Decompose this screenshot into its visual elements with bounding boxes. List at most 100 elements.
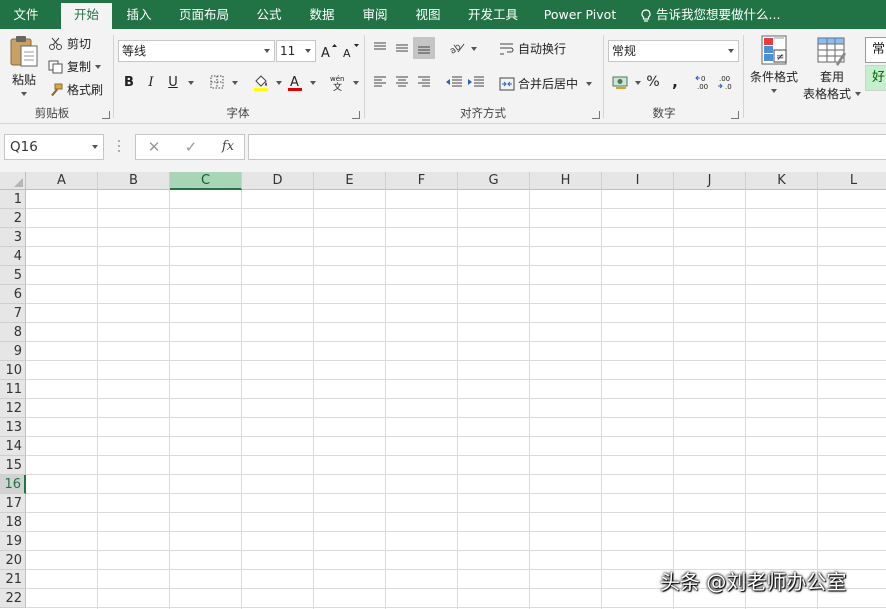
phonetic-guide-button[interactable]: wén 文	[327, 71, 349, 93]
column-header-d[interactable]: D	[242, 172, 314, 190]
column-header-l[interactable]: L	[818, 172, 886, 190]
name-box[interactable]: Q16	[4, 134, 104, 160]
cell-style-normal[interactable]: 常	[865, 37, 886, 63]
tab-developer[interactable]: 开发工具	[458, 0, 528, 29]
cancel-formula-button[interactable]: ✕	[139, 135, 169, 159]
accounting-format-button[interactable]	[610, 71, 632, 93]
row-header-15[interactable]: 15	[0, 456, 26, 475]
tab-view[interactable]: 视图	[404, 0, 452, 29]
paste-button[interactable]: 粘贴	[8, 34, 40, 104]
font-color-dropdown-caret[interactable]	[310, 81, 316, 85]
align-middle-button[interactable]	[391, 37, 413, 59]
align-center-button[interactable]	[391, 71, 413, 93]
bold-button[interactable]: B	[118, 71, 140, 93]
row-header-9[interactable]: 9	[0, 342, 26, 361]
italic-button[interactable]: I	[140, 71, 162, 93]
cell-style-good[interactable]: 好	[865, 65, 886, 91]
row-header-1[interactable]: 1	[0, 190, 26, 209]
row-header-4[interactable]: 4	[0, 247, 26, 266]
tell-me-search[interactable]: 告诉我您想要做什么...	[640, 0, 780, 29]
row-header-5[interactable]: 5	[0, 266, 26, 285]
paste-dropdown-caret[interactable]	[21, 92, 27, 96]
row-header-11[interactable]: 11	[0, 380, 26, 399]
decrease-font-size-button[interactable]: A	[340, 40, 362, 62]
tab-data[interactable]: 数据	[298, 0, 346, 29]
table-format-caret[interactable]	[855, 91, 861, 96]
font-size-select[interactable]: 11	[276, 40, 316, 62]
row-header-17[interactable]: 17	[0, 494, 26, 513]
formula-input[interactable]	[248, 134, 886, 160]
column-header-b[interactable]: B	[98, 172, 170, 190]
format-as-table-button[interactable]: 套用 表格格式	[802, 34, 862, 102]
tab-insert[interactable]: 插入	[115, 0, 163, 29]
borders-button[interactable]	[206, 71, 228, 93]
font-color-button[interactable]: A	[284, 71, 306, 93]
merge-center-button[interactable]: 合并后居中	[499, 75, 593, 92]
fill-color-button[interactable]	[250, 71, 272, 93]
number-format-select[interactable]: 常规	[608, 40, 739, 62]
percent-style-button[interactable]: %	[642, 71, 664, 93]
copy-button[interactable]: 复制	[48, 58, 102, 75]
font-name-select[interactable]: 等线	[118, 40, 275, 62]
row-header-14[interactable]: 14	[0, 437, 26, 456]
align-left-button[interactable]	[369, 71, 391, 93]
row-header-7[interactable]: 7	[0, 304, 26, 323]
phonetic-dropdown-caret[interactable]	[353, 81, 359, 85]
copy-dropdown-caret[interactable]	[95, 64, 102, 69]
row-header-3[interactable]: 3	[0, 228, 26, 247]
row-header-16[interactable]: 16	[0, 475, 26, 494]
column-header-e[interactable]: E	[314, 172, 386, 190]
underline-dropdown-caret[interactable]	[188, 81, 194, 85]
column-header-c[interactable]: C	[170, 172, 242, 190]
align-right-button[interactable]	[413, 71, 435, 93]
number-launcher-icon[interactable]	[731, 111, 739, 119]
increase-decimal-button[interactable]: 0.00	[694, 71, 716, 93]
column-header-i[interactable]: I	[602, 172, 674, 190]
column-header-g[interactable]: G	[458, 172, 530, 190]
tab-review[interactable]: 审阅	[351, 0, 399, 29]
tab-home[interactable]: 开始	[61, 3, 112, 29]
clipboard-launcher-icon[interactable]	[102, 111, 110, 119]
row-header-2[interactable]: 2	[0, 209, 26, 228]
row-header-20[interactable]: 20	[0, 551, 26, 570]
row-header-13[interactable]: 13	[0, 418, 26, 437]
row-header-10[interactable]: 10	[0, 361, 26, 380]
column-header-k[interactable]: K	[746, 172, 818, 190]
drag-handle-icon[interactable]	[117, 138, 121, 154]
tab-power-pivot[interactable]: Power Pivot	[538, 0, 622, 29]
tab-page-layout[interactable]: 页面布局	[170, 0, 238, 29]
conditional-format-caret[interactable]	[771, 89, 777, 93]
row-header-18[interactable]: 18	[0, 513, 26, 532]
select-all-button[interactable]	[0, 172, 26, 190]
name-box-caret[interactable]	[92, 145, 98, 149]
spreadsheet-grid[interactable]: A B C D E F G H I J K L 1 2 3 4 5 6 7 8 9 10 11 12 13 14 15 16 17 18 1…	[0, 172, 886, 609]
merge-center-caret[interactable]	[586, 81, 593, 86]
row-header-21[interactable]: 21	[0, 570, 26, 589]
enter-formula-button[interactable]: ✓	[176, 135, 206, 159]
align-bottom-button[interactable]	[413, 37, 435, 59]
insert-function-button[interactable]: fx	[213, 135, 243, 159]
decrease-decimal-button[interactable]: .00.0	[716, 71, 738, 93]
comma-style-button[interactable]: ,	[664, 71, 686, 93]
align-top-button[interactable]	[369, 37, 391, 59]
font-launcher-icon[interactable]	[352, 111, 360, 119]
row-header-6[interactable]: 6	[0, 285, 26, 304]
borders-dropdown-caret[interactable]	[232, 81, 238, 85]
cut-button[interactable]: 剪切	[48, 35, 91, 52]
column-header-a[interactable]: A	[26, 172, 98, 190]
alignment-launcher-icon[interactable]	[592, 111, 600, 119]
column-header-h[interactable]: H	[530, 172, 602, 190]
conditional-format-button[interactable]: ≠ 条件格式	[748, 34, 800, 93]
accounting-dropdown-caret[interactable]	[635, 81, 641, 85]
wrap-text-button[interactable]: 自动换行	[499, 40, 566, 57]
increase-indent-button[interactable]	[465, 71, 487, 93]
tab-formulas[interactable]: 公式	[245, 0, 293, 29]
row-header-12[interactable]: 12	[0, 399, 26, 418]
column-header-j[interactable]: J	[674, 172, 746, 190]
row-header-8[interactable]: 8	[0, 323, 26, 342]
orientation-button[interactable]: ab	[446, 37, 468, 59]
row-header-19[interactable]: 19	[0, 532, 26, 551]
increase-font-size-button[interactable]: A	[318, 40, 340, 62]
fill-color-dropdown-caret[interactable]	[276, 81, 282, 85]
underline-button[interactable]: U	[162, 71, 184, 93]
